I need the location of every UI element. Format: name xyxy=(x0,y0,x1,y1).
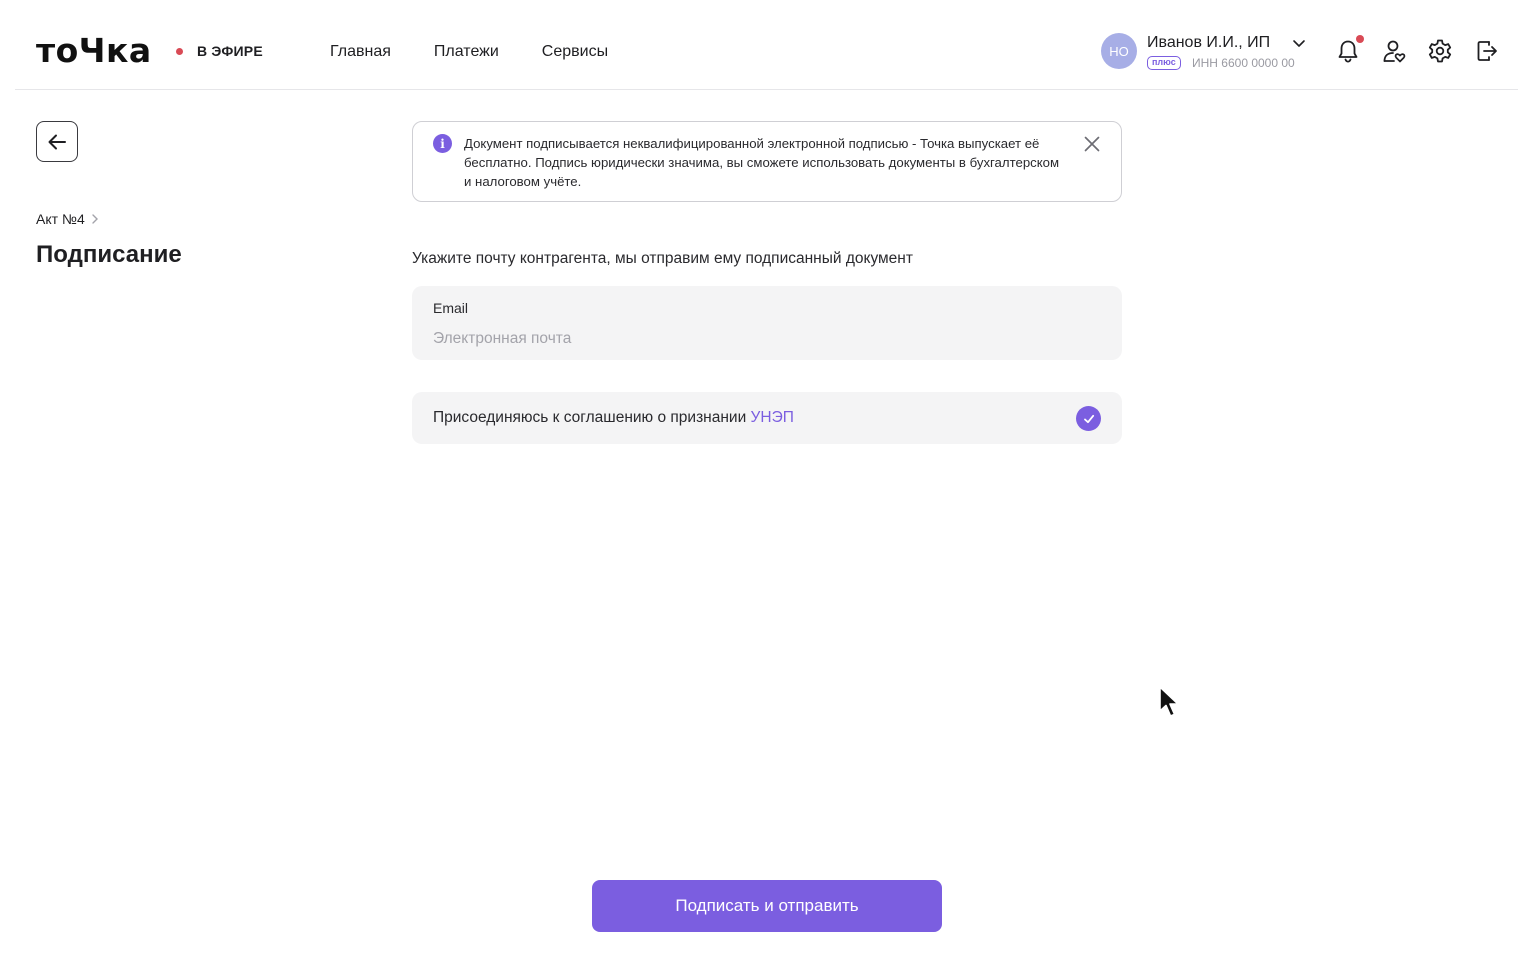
chevron-down-icon[interactable] xyxy=(1291,35,1307,51)
email-input[interactable] xyxy=(433,328,1093,350)
agreement-link[interactable]: УНЭП xyxy=(751,409,794,426)
live-indicator-dot xyxy=(176,48,183,55)
gear-icon[interactable] xyxy=(1427,38,1453,64)
info-banner-text: Документ подписывается неквалифицированн… xyxy=(464,136,1060,189)
mouse-cursor-icon xyxy=(1159,686,1179,717)
arrow-left-icon xyxy=(48,134,66,149)
agreement-label: Присоединяюсь к соглашению о признании У… xyxy=(433,409,794,427)
top-header: тоЧка В ЭФИРЕ Главная Платежи Сервисы НО… xyxy=(15,0,1518,90)
logout-icon[interactable] xyxy=(1474,38,1500,64)
agreement-checkbox-row[interactable]: Присоединяюсь к соглашению о признании У… xyxy=(412,392,1122,444)
nav-item-home[interactable]: Главная xyxy=(330,43,391,61)
profile-heart-icon[interactable] xyxy=(1381,38,1407,64)
inn-label: ИНН 6600 0000 00 xyxy=(1192,56,1295,70)
avatar[interactable]: НО xyxy=(1101,33,1137,69)
page-title: Подписание xyxy=(36,241,182,268)
plan-badge: плюс xyxy=(1147,56,1181,70)
nav-item-payments[interactable]: Платежи xyxy=(434,43,499,61)
sign-and-send-button[interactable]: Подписать и отправить xyxy=(592,880,942,932)
back-button[interactable] xyxy=(36,121,78,162)
email-hint: Укажите почту контрагента, мы отправим е… xyxy=(412,250,913,267)
email-label: Email xyxy=(433,300,469,316)
agreement-checkbox[interactable] xyxy=(1076,406,1101,431)
close-icon[interactable] xyxy=(1081,133,1103,155)
chevron-right-icon xyxy=(92,214,98,224)
breadcrumb[interactable]: Акт №4 xyxy=(36,211,99,227)
info-banner: i Документ подписывается неквалифицирова… xyxy=(412,121,1122,202)
info-icon: i xyxy=(433,134,452,153)
checkmark-icon xyxy=(1083,414,1094,423)
account-name[interactable]: Иванов И.И., ИП xyxy=(1147,34,1270,52)
breadcrumb-item-act[interactable]: Акт №4 xyxy=(36,211,85,227)
notification-dot xyxy=(1356,35,1364,43)
tochka-logo[interactable]: тоЧка xyxy=(36,31,152,71)
agreement-text: Присоединяюсь к соглашению о признании xyxy=(433,409,747,426)
live-label[interactable]: В ЭФИРЕ xyxy=(197,43,263,59)
email-field[interactable]: Email xyxy=(412,286,1122,360)
main-nav: Главная Платежи Сервисы xyxy=(330,43,651,61)
nav-item-services[interactable]: Сервисы xyxy=(542,43,608,61)
